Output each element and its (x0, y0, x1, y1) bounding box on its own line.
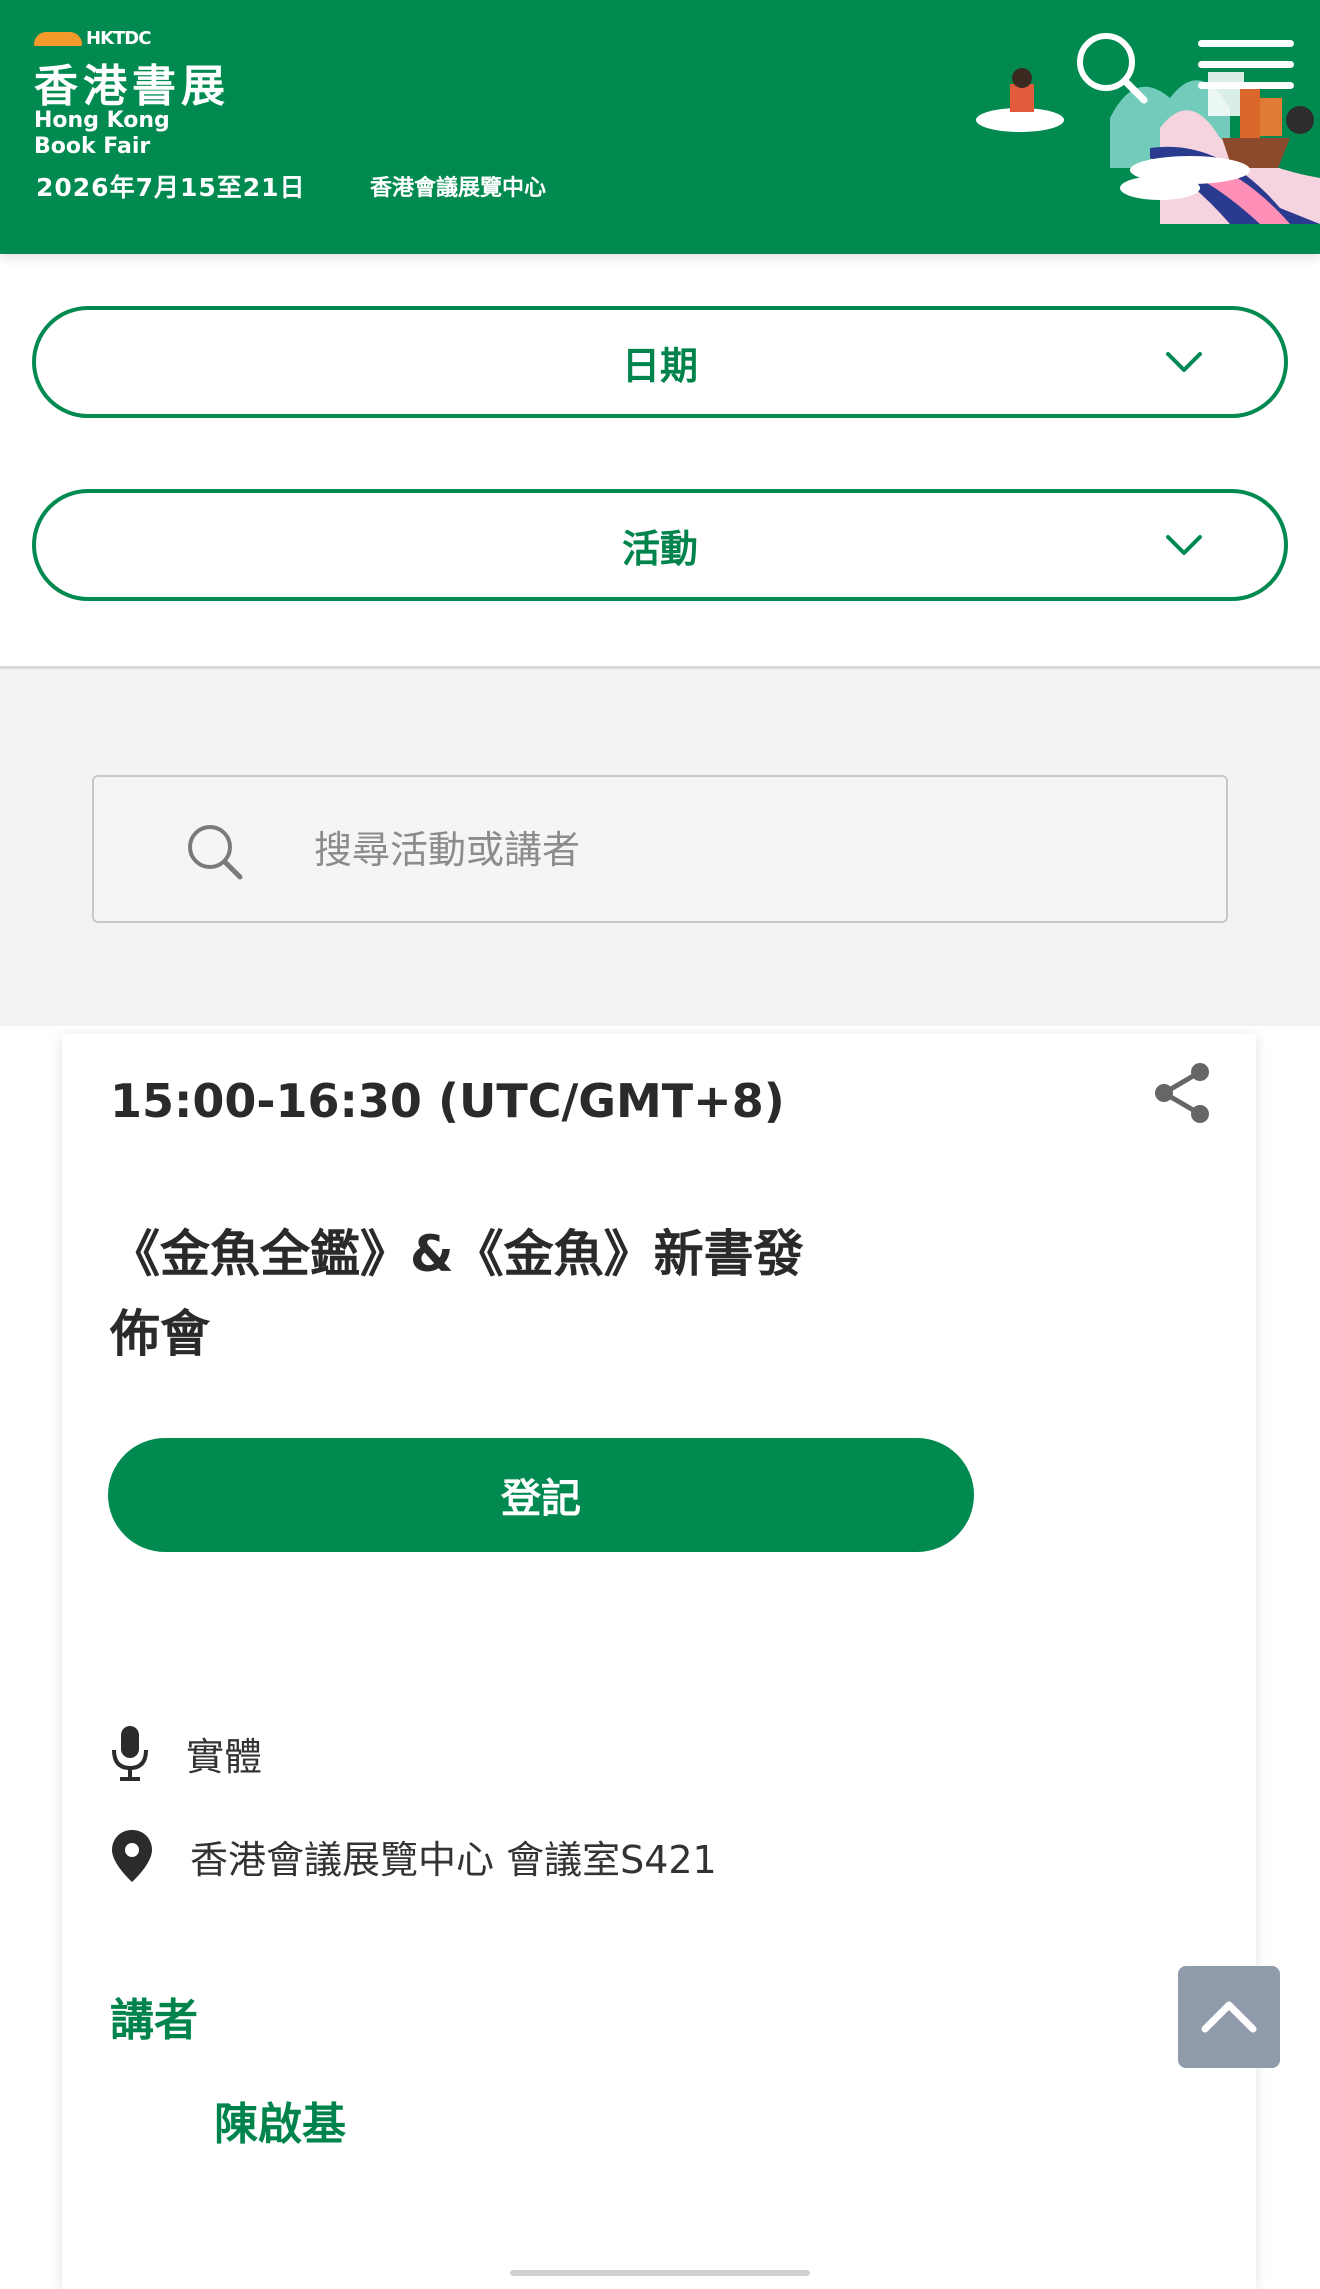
search-icon (188, 825, 243, 880)
speakers-heading: 講者 (110, 1995, 198, 2046)
home-indicator (510, 2270, 810, 2276)
event-time: 15:00-16:30 (UTC/GMT+8) (110, 1074, 785, 1128)
register-button[interactable]: 登記 (108, 1438, 974, 1552)
activity-filter-label: 活動 (621, 526, 698, 571)
event-card: 15:00-16:30 (UTC/GMT+8) 《金魚全鑑》&《金魚》新書發 佈… (62, 1034, 1256, 2289)
event-location: 香港會議展覽中心 會議室S421 (190, 1837, 717, 1882)
hktdc-logo-text: HKTDC (86, 28, 151, 49)
share-button[interactable] (1152, 1060, 1214, 1130)
back-to-top-button[interactable] (1178, 1966, 1280, 2068)
search-icon (1077, 33, 1148, 104)
hktdc-logo-mark (34, 31, 82, 46)
speaker-name-link[interactable]: 陳啟基 (214, 2088, 346, 2152)
event-location-row: 香港會議展覽中心 會議室S421 (110, 1828, 717, 1884)
site-header: HKTDC 香港書展 Hong Kong Book Fair 2026年7月15… (0, 0, 1320, 254)
event-title-line: 《金魚全鑑》&《金魚》新書發 (110, 1225, 804, 1283)
microphone-icon (112, 1726, 148, 1781)
event-mode: 實體 (186, 1734, 263, 1779)
fair-dates: 2026年7月15至21日 (36, 173, 306, 202)
header-search-button[interactable] (1074, 30, 1150, 106)
event-title: 《金魚全鑑》&《金魚》新書發 佈會 (110, 1214, 910, 1374)
hamburger-menu-icon[interactable] (1198, 40, 1294, 100)
book-fair-logo-en: Hong Kong Book Fair (34, 108, 170, 159)
date-filter-label: 日期 (621, 343, 698, 388)
fair-venue: 香港會議展覽中心 (370, 176, 547, 201)
date-filter-dropdown[interactable]: 日期 (32, 306, 1288, 418)
activity-filter-dropdown[interactable]: 活動 (32, 489, 1288, 601)
location-pin-icon (112, 1830, 152, 1882)
share-icon (1155, 1063, 1209, 1123)
search-box[interactable] (92, 775, 1228, 923)
chevron-down-icon (1166, 535, 1202, 555)
chevron-down-icon (1166, 352, 1202, 372)
chevron-up-icon (1201, 2001, 1257, 2033)
search-input[interactable] (314, 817, 1114, 883)
book-fair-logo-zh[interactable]: 香港書展 (34, 50, 230, 114)
search-section (0, 666, 1320, 1026)
event-mode-row: 實體 (110, 1724, 262, 1782)
hktdc-logo[interactable]: HKTDC (34, 28, 151, 49)
event-title-line: 佈會 (110, 1305, 210, 1363)
